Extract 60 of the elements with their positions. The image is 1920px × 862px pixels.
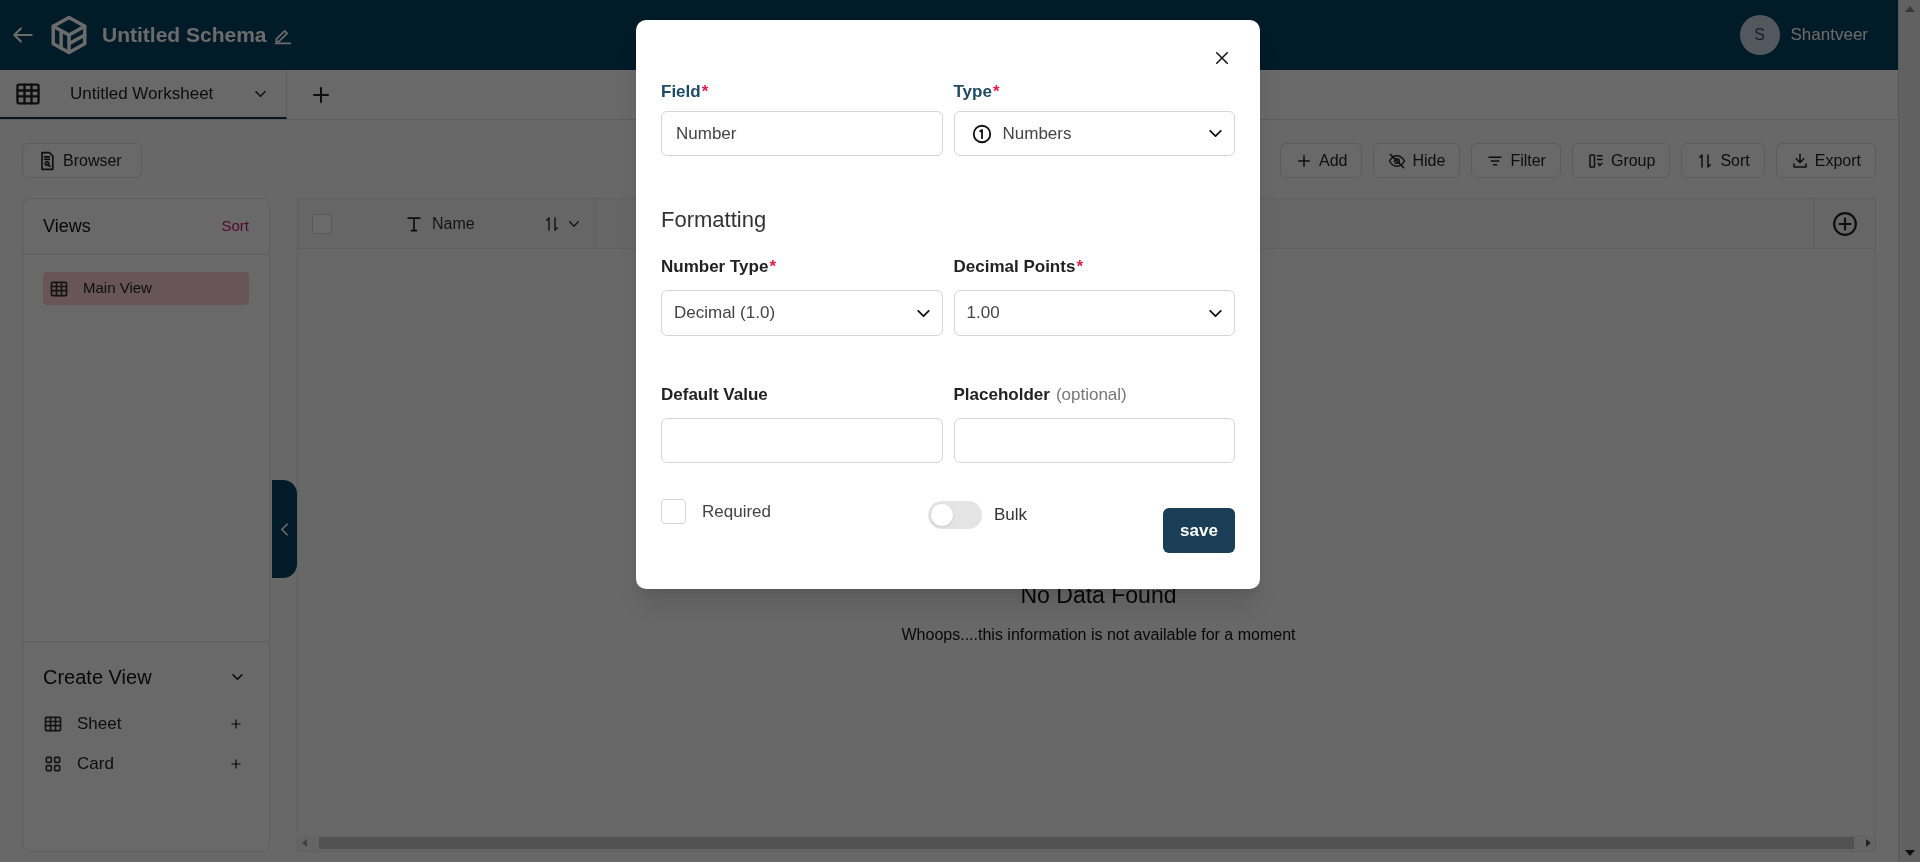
toggle-label: Bulk [994,504,1028,527]
checkbox-label: Required [702,501,771,523]
cube-logo-icon [48,14,90,56]
view-type-label[interactable]: Sheet [77,711,122,737]
schema-title: Untitled Schema [102,22,267,49]
select-field[interactable]: 1.00 [953,290,1235,336]
group-icon [1586,151,1605,170]
chevron-down-icon[interactable] [255,90,266,97]
chevron-left-icon [281,522,288,536]
download-icon [1790,151,1809,170]
empty-state-message: Whoops....this information is not available for a moment [901,624,1296,645]
filter-button[interactable]: Filter [1471,143,1561,178]
sort-icon[interactable] [543,214,561,233]
chevron-down-icon [916,309,930,317]
browser-button[interactable]: Browser [22,143,142,178]
select-field[interactable]: Decimal (1.0) [661,290,943,336]
add-column-icon[interactable] [1831,210,1858,237]
chevron-down-icon [1209,130,1222,137]
worksheet-tab[interactable]: Untitled Worksheet [0,70,287,119]
views-title: Views [43,215,91,238]
circled-one-icon [970,122,993,145]
select-field[interactable]: Numbers [953,111,1235,156]
chevron-down-icon [1209,309,1222,317]
export-button[interactable]: Export [1775,143,1876,178]
field-label: Default Value [661,384,769,407]
card-grid-icon [43,754,63,774]
grid-icon [43,714,63,734]
add-button[interactable]: Add [1280,143,1363,178]
plus-icon[interactable] [229,757,243,771]
column-header[interactable]: Name [378,199,596,248]
text-field[interactable] [953,418,1235,463]
field-label: Field* [661,81,710,104]
plus-icon[interactable] [229,717,243,731]
group-button[interactable]: Group [1571,143,1671,178]
sort-button[interactable]: Sort [1681,143,1765,178]
user-name: Shantveer [1790,24,1868,47]
view-type-label[interactable]: Card [77,751,114,777]
vertical-scrollbar[interactable] [1898,0,1920,862]
save-button[interactable]: save [1163,508,1235,553]
field-label: Type* [953,81,1001,104]
sort-link[interactable]: Sort [221,215,249,238]
view-item[interactable]: Main View [43,272,249,305]
field-label: Decimal Points* [953,256,1084,279]
required-checkbox[interactable] [661,499,686,525]
collapse-handle[interactable] [272,480,297,578]
create-view-title: Create View [43,665,152,690]
field-label: Number Type* [661,256,777,279]
text-field[interactable] [661,418,943,463]
tab-label: Untitled Worksheet [70,82,214,105]
hide-button[interactable]: Hide [1373,143,1461,178]
text-field[interactable]: Number [661,111,943,156]
close-icon[interactable] [1213,49,1231,67]
user-avatar[interactable]: S [1739,15,1780,55]
eye-off-icon [1388,151,1407,170]
chevron-down-icon[interactable] [569,220,579,227]
bulk-toggle[interactable] [928,501,982,529]
section-heading: Formatting [661,206,768,234]
field-label: Placeholder (optional) [953,384,1128,407]
view-label: Main View [83,278,152,299]
chevron-down-icon[interactable] [232,674,243,680]
